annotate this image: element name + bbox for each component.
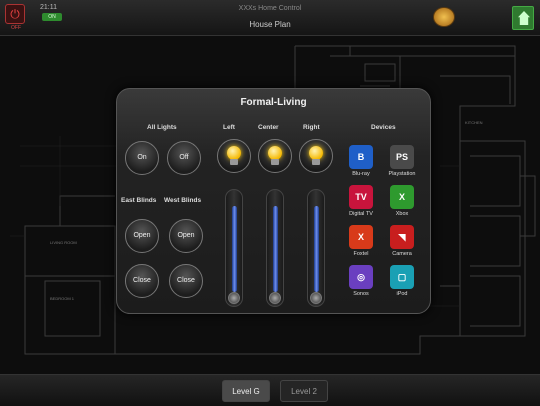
device-label: Xbox xyxy=(395,211,409,217)
device-label: iPod xyxy=(396,291,408,297)
light-left-button[interactable] xyxy=(217,139,251,173)
devices-label: Devices xyxy=(371,124,396,131)
ipod-icon[interactable]: ▢ xyxy=(390,265,414,289)
room-label: KITCHEN xyxy=(465,120,483,125)
light-center-dimmer-slider[interactable] xyxy=(266,189,284,307)
bulb-icon xyxy=(227,146,241,160)
light-right-dimmer-slider[interactable] xyxy=(307,189,325,307)
camera-icon[interactable]: ◥ xyxy=(390,225,414,249)
device-label: Camera xyxy=(392,251,412,257)
sonos-icon[interactable]: ◎ xyxy=(349,265,373,289)
dimmer-fill xyxy=(232,206,237,292)
all-lights-off-button[interactable]: Off xyxy=(167,141,201,175)
room-control-panel: Formal-Living All Lights On Off Left Cen… xyxy=(116,88,431,314)
east-blinds-label: East Blinds xyxy=(121,197,157,204)
room-label: LIVING ROOM xyxy=(50,240,77,245)
east-blinds-close-button[interactable]: Close xyxy=(125,264,159,298)
playstation-icon[interactable]: PS xyxy=(390,145,414,169)
east-blinds-open-button[interactable]: Open xyxy=(125,219,159,253)
dimmer-knob[interactable] xyxy=(269,292,281,304)
dimmer-fill xyxy=(314,206,319,292)
light-center-label: Center xyxy=(258,124,279,131)
bulb-icon xyxy=(268,146,282,160)
room-label: BEDROOM 1 xyxy=(50,296,75,301)
all-lights-on-button[interactable]: On xyxy=(125,141,159,175)
light-center-button[interactable] xyxy=(258,139,292,173)
dimmer-fill xyxy=(273,206,278,292)
light-right-label: Right xyxy=(303,124,320,131)
device-label: Digital TV xyxy=(349,211,373,217)
device-label: Blu-ray xyxy=(352,171,370,177)
device-label: Playstation xyxy=(388,171,416,177)
xbox-icon[interactable]: X xyxy=(390,185,414,209)
device-label: Foxtel xyxy=(353,251,369,257)
west-blinds-label: West Blinds xyxy=(164,197,202,204)
dimmer-knob[interactable] xyxy=(310,292,322,304)
page-title: House Plan xyxy=(249,20,291,29)
panel-title: Formal-Living xyxy=(240,97,307,108)
light-right-button[interactable] xyxy=(299,139,333,173)
bulb-icon xyxy=(309,146,323,160)
alert-icon[interactable] xyxy=(433,7,455,27)
west-blinds-close-button[interactable]: Close xyxy=(169,264,203,298)
light-left-dimmer-slider[interactable] xyxy=(225,189,243,307)
dimmer-knob[interactable] xyxy=(228,292,240,304)
app-title: XXXs Home Control xyxy=(238,5,302,12)
top-bar: ⏻ OFF 21:11 ON XXXs Home Control House P… xyxy=(0,0,540,36)
all-lights-label: All Lights xyxy=(147,124,177,131)
light-left-label: Left xyxy=(223,124,235,131)
foxtel-icon[interactable]: X xyxy=(349,225,373,249)
bluray-icon[interactable]: B xyxy=(349,145,373,169)
tab-level-2[interactable]: Level 2 xyxy=(280,380,328,402)
bottom-bar: Level G Level 2 xyxy=(0,374,540,406)
device-label: Sonos xyxy=(353,291,369,297)
home-icon[interactable] xyxy=(512,6,534,30)
tab-level-g[interactable]: Level G xyxy=(222,380,270,402)
west-blinds-open-button[interactable]: Open xyxy=(169,219,203,253)
digital-tv-icon[interactable]: TV xyxy=(349,185,373,209)
